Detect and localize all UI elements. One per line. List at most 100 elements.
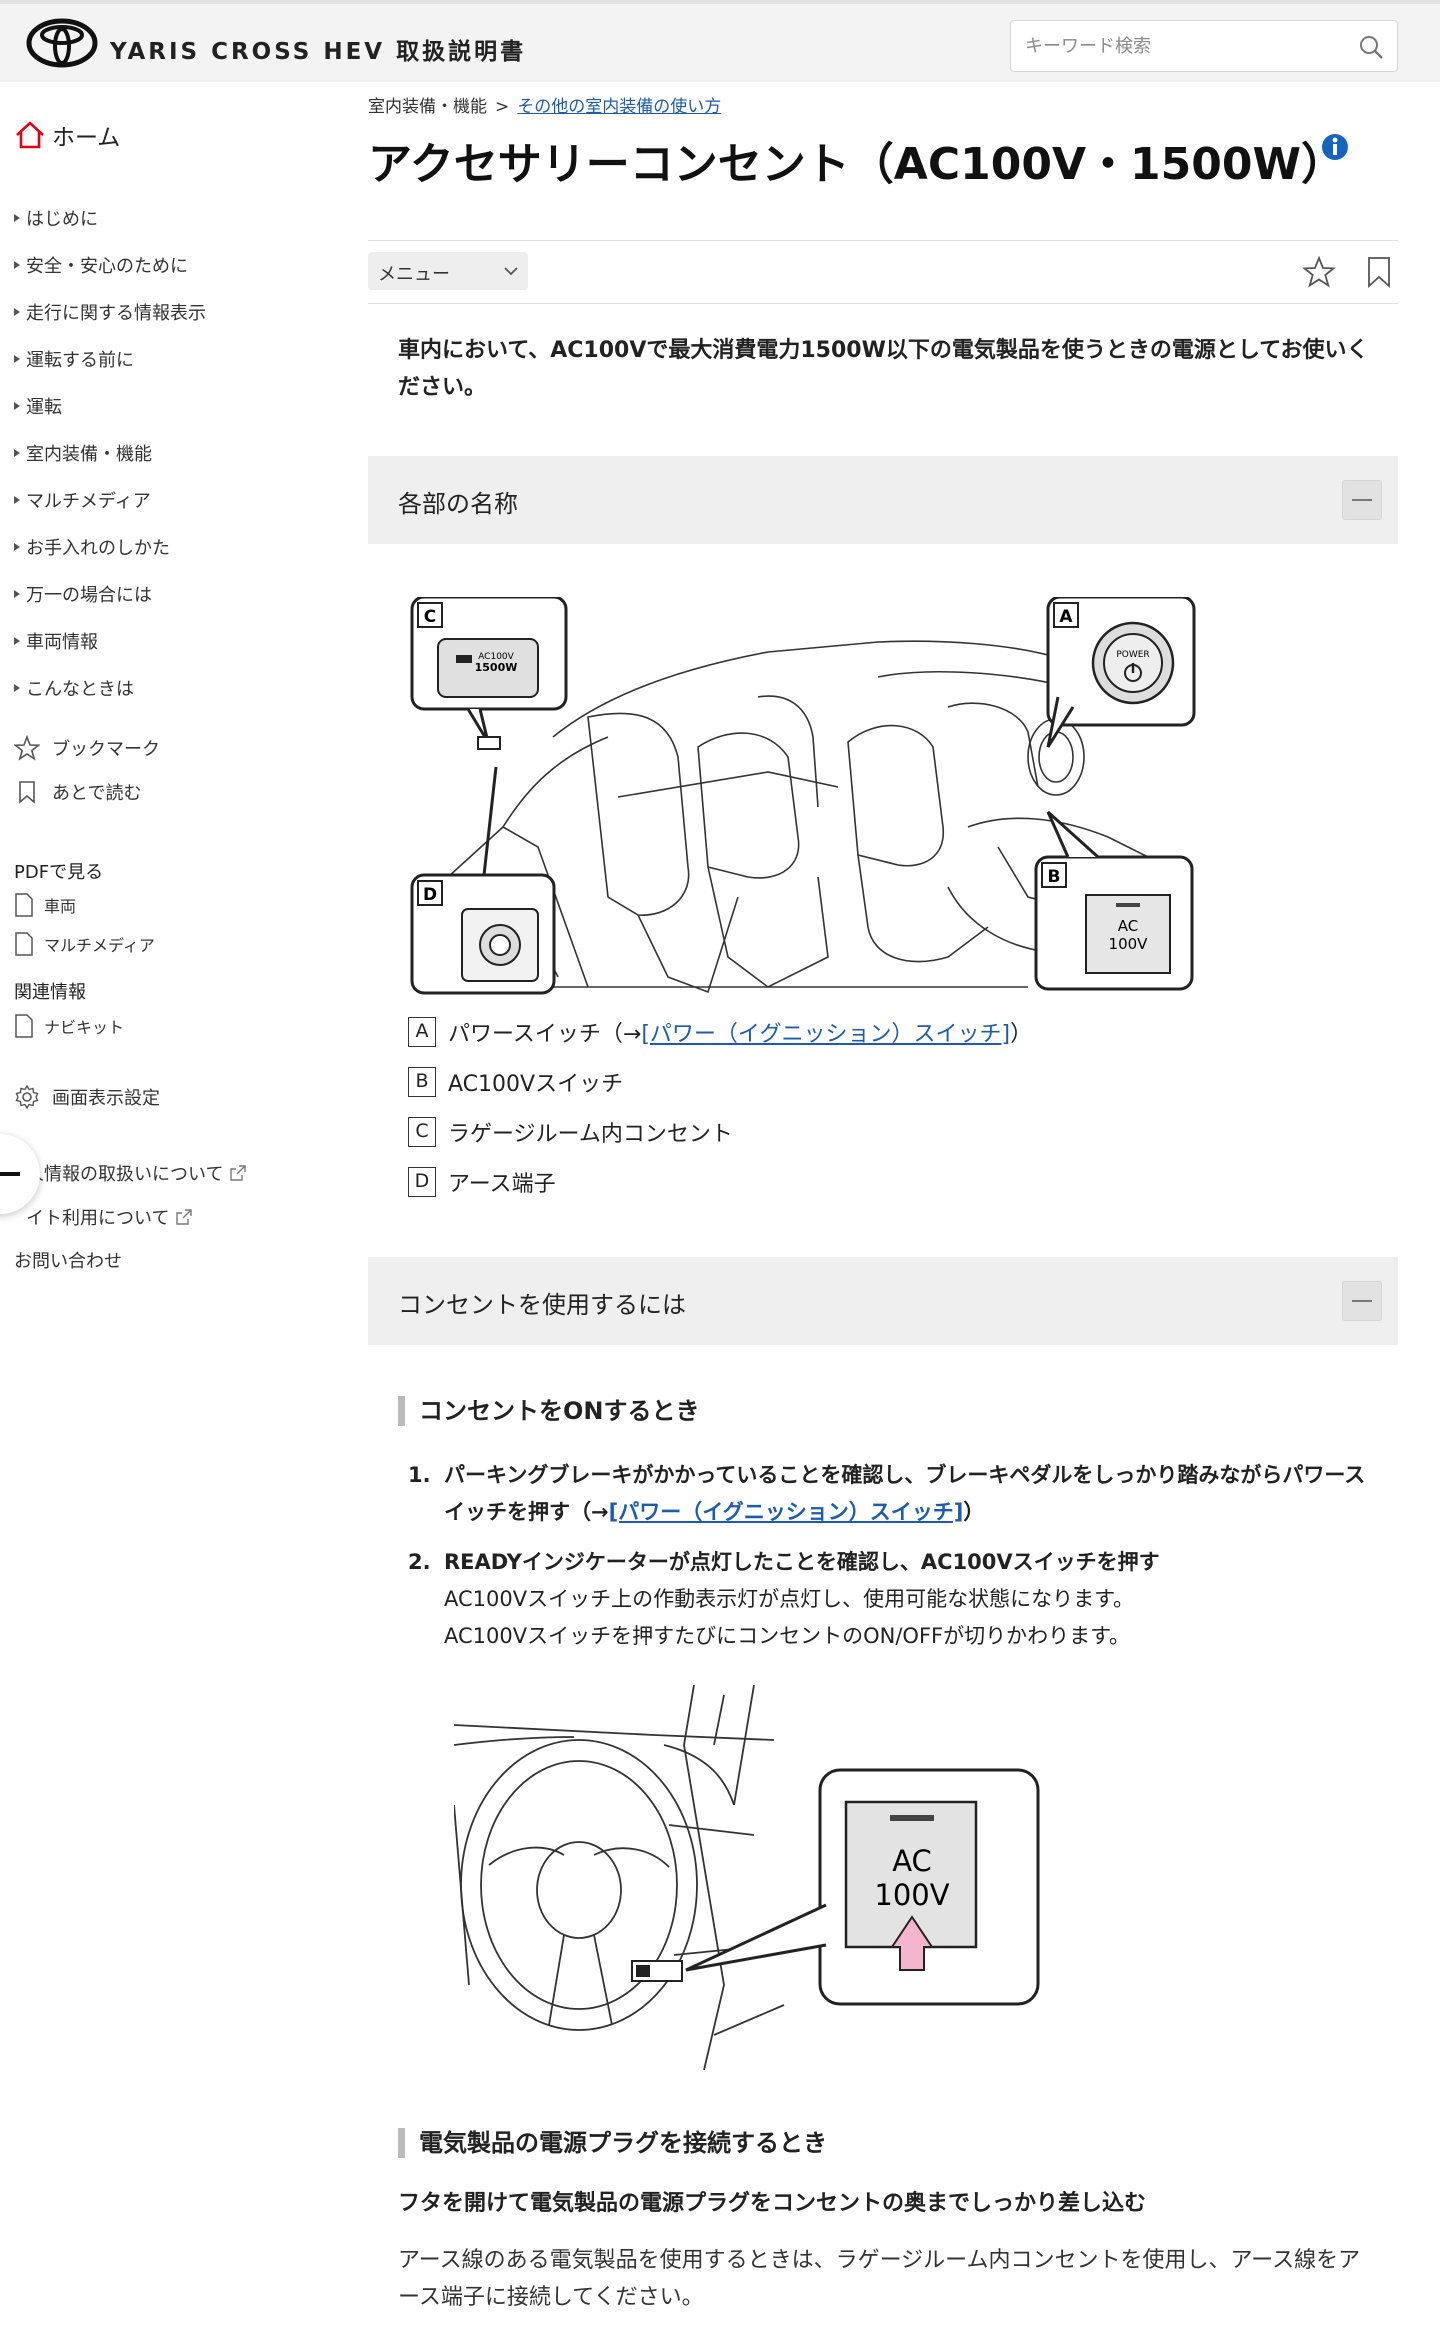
caret-right-icon: [14, 213, 20, 222]
sidebar-item-safety[interactable]: 安全・安心のために: [14, 241, 206, 288]
home-link[interactable]: ホーム: [14, 118, 120, 152]
collapse-toggle-button[interactable]: [1342, 1281, 1382, 1321]
callout-b-label: B: [1048, 867, 1061, 887]
sidebar-item-driving-info[interactable]: 走行に関する情報表示: [14, 288, 206, 335]
plug-note: アース線のある電気製品を使用するときは、ラゲージルーム内コンセントを使用し、アー…: [398, 2248, 1361, 2310]
caret-right-icon: [14, 542, 20, 551]
legend-key: A: [408, 1017, 436, 1047]
menu-dropdown[interactable]: メニュー: [368, 252, 528, 290]
caret-right-icon: [14, 354, 20, 363]
search-box[interactable]: [1010, 20, 1398, 72]
power-switch-link[interactable]: [パワー（イグニッション）スイッチ]: [641, 1016, 1010, 1048]
sidebar-nav: はじめに 安全・安心のために 走行に関する情報表示 運転する前に 運転 室内装備…: [14, 194, 206, 711]
section-parts-names[interactable]: 各部の名称: [368, 456, 1398, 544]
steps-list: 1. パーキングブレーキがかかっていることを確認し、ブレーキペダルをしっかり踏み…: [408, 1457, 1378, 1668]
step-1: 1. パーキングブレーキがかかっていることを確認し、ブレーキペダルをしっかり踏み…: [408, 1463, 1366, 1524]
display-settings-link[interactable]: 画面表示設定: [14, 1084, 160, 1110]
sidebar-item-care[interactable]: お手入れのしかた: [14, 523, 206, 570]
legend-key: C: [408, 1117, 436, 1147]
sidebar-item-vehicle-info[interactable]: 車両情報: [14, 617, 206, 664]
callout-c-label: C: [424, 607, 436, 627]
sidebar: ホーム はじめに 安全・安心のために 走行に関する情報表示 運転する前に 運転 …: [0, 82, 340, 1302]
bookmark-icon[interactable]: [1364, 255, 1394, 289]
search-input[interactable]: [1025, 33, 1325, 59]
bookmark-icon: [19, 781, 35, 804]
callout-a-label: A: [1059, 607, 1073, 627]
document-icon: [15, 932, 33, 956]
pdf-heading: PDFで見る: [14, 862, 104, 883]
info-icon[interactable]: [1320, 132, 1350, 162]
power-button-text: POWER: [1116, 650, 1149, 660]
star-icon: [14, 735, 40, 761]
caret-right-icon: [14, 448, 20, 457]
header-bar: YARIS CROSS HEV 取扱説明書: [0, 0, 1440, 82]
breadcrumb-current-link[interactable]: その他の室内装備の使い方: [517, 97, 721, 117]
star-icon[interactable]: [1302, 255, 1336, 289]
legend-item-a: A パワースイッチ（→ [パワー（イグニッション）スイッチ]）: [408, 1007, 1032, 1057]
subhead-turn-on: コンセントをONするとき: [398, 1396, 700, 1426]
callout-b-text2: 100V: [1109, 935, 1149, 953]
sidebar-item-multimedia[interactable]: マルチメディア: [14, 476, 206, 523]
sidebar-item-interior[interactable]: 室内装備・機能: [14, 429, 206, 476]
intro-text: 車内において、AC100Vで最大消費電力1500W以下の電気製品を使うときの電源…: [398, 338, 1369, 400]
page-title: アクセサリーコンセント（AC100V・1500W）: [368, 139, 1346, 190]
related-link-navikit[interactable]: ナビキット: [14, 1014, 124, 1038]
search-icon[interactable]: [1357, 33, 1385, 61]
section-title: コンセントを使用するには: [398, 1291, 686, 1319]
pdf-link-vehicle[interactable]: 車両: [14, 893, 76, 917]
read-later-link[interactable]: あとで読む: [14, 779, 141, 805]
legend-item-b: B AC100Vスイッチ: [408, 1057, 1032, 1107]
breadcrumb: 室内装備・機能 > その他の室内装備の使い方: [368, 92, 721, 117]
home-icon: [16, 121, 44, 149]
caret-right-icon: [14, 589, 20, 598]
subhead-plug-connect: 電気製品の電源プラグを接続するとき: [398, 2128, 827, 2158]
collapse-toggle-button[interactable]: [1342, 480, 1382, 520]
sidebar-item-before-driving[interactable]: 運転する前に: [14, 335, 206, 382]
caret-right-icon: [14, 683, 20, 692]
power-switch-link[interactable]: [パワー（イグニッション）スイッチ]: [609, 1500, 964, 1524]
parts-illustration: C AC100V 1500W D A POWER B AC 100V: [410, 597, 1196, 995]
minus-icon: [1352, 499, 1372, 501]
sidebar-item-hajimeni[interactable]: はじめに: [14, 194, 206, 241]
privacy-link[interactable]: 人情報の取扱いについて: [26, 1160, 247, 1186]
external-link-icon: [230, 1165, 247, 1181]
legend-key: D: [408, 1167, 436, 1197]
plug-instruction: フタを開けて電気製品の電源プラグをコンセントの奥までしっかり差し込む: [398, 2191, 1147, 2216]
bookmark-link[interactable]: ブックマーク: [14, 735, 160, 761]
site-terms-link[interactable]: イト利用について: [26, 1204, 193, 1230]
switch-illustration: AC 100V: [454, 1685, 1040, 2070]
switch-text-100v: 100V: [874, 1878, 949, 1912]
external-link-icon: [176, 1209, 193, 1225]
document-icon: [15, 1014, 33, 1038]
contact-link[interactable]: お問い合わせ: [14, 1247, 122, 1273]
step-2: 2. READYインジケーターが点灯したことを確認し、AC100Vスイッチを押す…: [408, 1550, 1160, 1648]
switch-text-ac: AC: [892, 1844, 932, 1878]
section-using-outlet[interactable]: コンセントを使用するには: [368, 1257, 1398, 1345]
sidebar-item-driving[interactable]: 運転: [14, 382, 206, 429]
callout-b-text1: AC: [1118, 917, 1138, 935]
callout-d-label: D: [423, 885, 437, 905]
breadcrumb-parent[interactable]: 室内装備・機能: [368, 97, 487, 117]
caret-right-icon: [14, 495, 20, 504]
caret-right-icon: [14, 401, 20, 410]
page-toolbar: メニュー: [368, 240, 1398, 304]
toyota-logo-icon[interactable]: [26, 18, 98, 68]
minus-icon: [0, 1172, 20, 1176]
caret-right-icon: [14, 307, 20, 316]
legend-key: B: [408, 1067, 436, 1097]
breadcrumb-separator: >: [495, 97, 510, 117]
manual-title[interactable]: YARIS CROSS HEV 取扱説明書: [110, 32, 526, 66]
legend-item-c: C ラゲージルーム内コンセント: [408, 1107, 1032, 1157]
caret-right-icon: [14, 636, 20, 645]
caret-right-icon: [14, 260, 20, 269]
sidebar-item-emergency[interactable]: 万一の場合には: [14, 570, 206, 617]
pdf-link-multimedia[interactable]: マルチメディア: [14, 932, 155, 956]
home-label: ホーム: [52, 125, 121, 151]
callout-c-text2: 1500W: [475, 661, 518, 674]
gear-icon: [15, 1084, 39, 1110]
chevron-down-icon: [504, 267, 518, 276]
legend-item-d: D アース端子: [408, 1157, 1032, 1207]
sidebar-item-troubleshooting[interactable]: こんなときは: [14, 664, 206, 711]
parts-legend: A パワースイッチ（→ [パワー（イグニッション）スイッチ]） B AC100Vス…: [408, 1007, 1032, 1207]
related-heading: 関連情報: [14, 982, 86, 1003]
